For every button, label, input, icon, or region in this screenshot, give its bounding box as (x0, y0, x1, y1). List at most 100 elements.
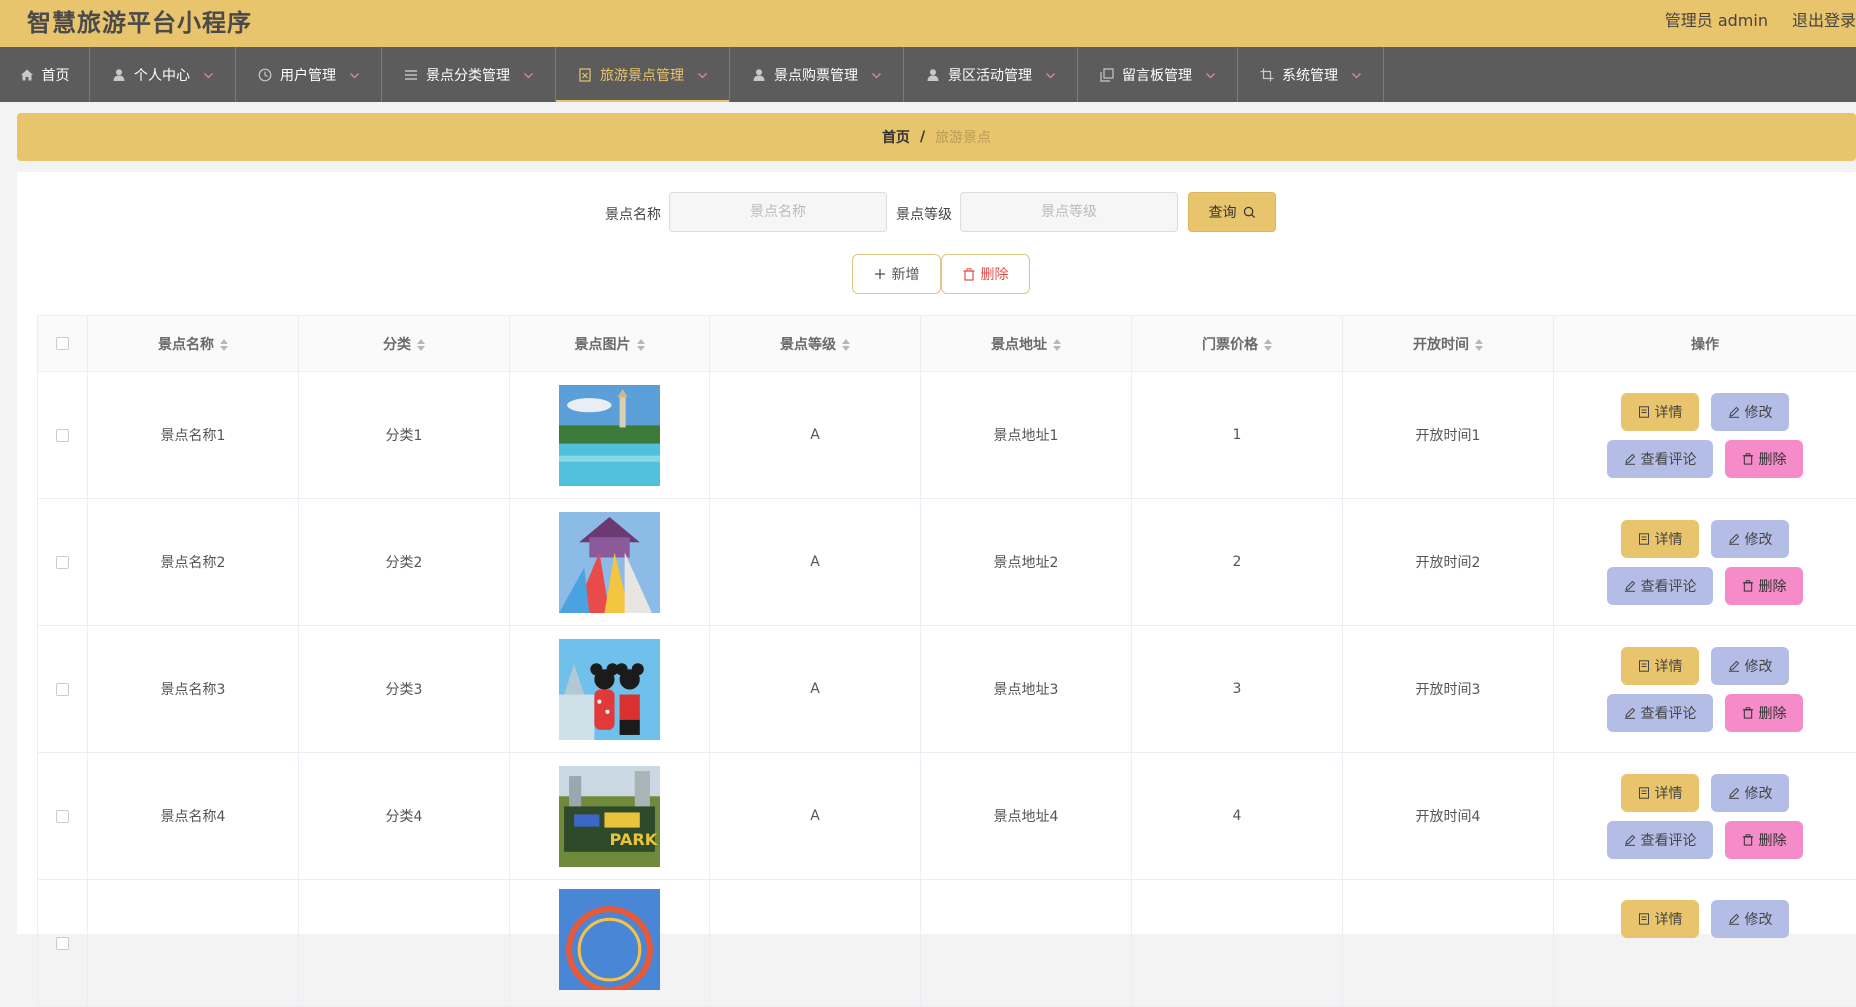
detail-button-label: 详情 (1655, 529, 1683, 549)
column-header[interactable]: 景点地址 (921, 316, 1132, 372)
edit-button-label: 修改 (1745, 656, 1773, 676)
pencil-icon (1728, 533, 1740, 545)
column-header-label: 门票价格 (1202, 337, 1258, 353)
sort-icon[interactable] (1264, 338, 1272, 352)
column-header[interactable]: 景点图片 (510, 316, 710, 372)
detail-button[interactable]: 详情 (1621, 520, 1699, 558)
cell-level: A (710, 626, 921, 753)
view-reviews-button[interactable]: 查看评论 (1607, 440, 1713, 478)
select-all-checkbox[interactable] (56, 337, 69, 350)
batch-delete-button[interactable]: 删除 (941, 254, 1030, 294)
view-reviews-button-label: 查看评论 (1641, 576, 1697, 596)
detail-button[interactable]: 详情 (1621, 900, 1699, 938)
search-form: 景点名称 景点等级 查询 (17, 192, 1856, 232)
document-icon (1638, 533, 1650, 545)
sort-icon[interactable] (637, 338, 645, 352)
add-button[interactable]: 新增 (852, 254, 941, 294)
level-search-input[interactable] (960, 192, 1178, 232)
view-reviews-button[interactable]: 查看评论 (1607, 694, 1713, 732)
row-checkbox[interactable] (56, 429, 69, 442)
detail-button[interactable]: 详情 (1621, 393, 1699, 431)
sort-icon[interactable] (220, 338, 228, 352)
copy-icon (1100, 68, 1114, 82)
table-row: 详情修改 (38, 880, 1856, 1007)
detail-button[interactable]: 详情 (1621, 774, 1699, 812)
chevron-down-icon (1206, 68, 1215, 82)
view-reviews-button[interactable]: 查看评论 (1607, 821, 1713, 859)
row-checkbox[interactable] (56, 683, 69, 696)
column-header: 操作 (1554, 316, 1856, 372)
delete-button[interactable]: 删除 (1725, 567, 1803, 605)
cell-price: 4 (1132, 753, 1343, 880)
nav-item-label: 景区活动管理 (948, 65, 1032, 85)
nav-item-label: 旅游景点管理 (600, 65, 684, 85)
nav-item-3[interactable]: 景点分类管理 (382, 47, 556, 102)
delete-button[interactable]: 删除 (1725, 821, 1803, 859)
delete-button-label: 删除 (1759, 830, 1787, 850)
column-header[interactable]: 景点等级 (710, 316, 921, 372)
sort-icon[interactable] (1475, 338, 1483, 352)
column-header[interactable]: 门票价格 (1132, 316, 1343, 372)
trash-icon (1742, 834, 1754, 846)
delete-button-label: 删除 (1759, 703, 1787, 723)
column-header[interactable]: 开放时间 (1343, 316, 1554, 372)
nav-item-2[interactable]: 用户管理 (236, 47, 382, 102)
sort-icon[interactable] (842, 338, 850, 352)
edit-button[interactable]: 修改 (1711, 647, 1789, 685)
cell-level: A (710, 753, 921, 880)
table-row: 景点名称3分类3A景点地址33开放时间3详情修改查看评论删除 (38, 626, 1856, 753)
pencil-icon (1624, 707, 1636, 719)
column-header[interactable]: 分类 (299, 316, 510, 372)
home-icon (20, 68, 34, 82)
nav-item-5[interactable]: 景点购票管理 (730, 47, 904, 102)
sort-icon[interactable] (417, 338, 425, 352)
edit-button-label: 修改 (1745, 402, 1773, 422)
view-reviews-button-label: 查看评论 (1641, 703, 1697, 723)
nav-item-8[interactable]: 系统管理 (1238, 47, 1384, 102)
table-header-row: 景点名称分类景点图片景点等级景点地址 门票价格 开放时间 操作 (38, 316, 1856, 372)
logout-link[interactable]: 退出登录 (1792, 7, 1856, 31)
edit-button[interactable]: 修改 (1711, 393, 1789, 431)
cell-level: A (710, 372, 921, 499)
column-header[interactable]: 景点名称 (88, 316, 299, 372)
table-row: 景点名称1分类1A景点地址11开放时间1详情修改查看评论删除 (38, 372, 1856, 499)
cell-open (1343, 880, 1554, 1007)
name-search-input[interactable] (669, 192, 887, 232)
column-header-label: 开放时间 (1413, 337, 1469, 353)
nav-item-4[interactable]: 旅游景点管理 (556, 47, 730, 102)
nav-item-7[interactable]: 留言板管理 (1078, 47, 1238, 102)
row-checkbox[interactable] (56, 810, 69, 823)
edit-button[interactable]: 修改 (1711, 520, 1789, 558)
view-reviews-button[interactable]: 查看评论 (1607, 567, 1713, 605)
breadcrumb-home[interactable]: 首页 (882, 127, 910, 147)
cell-open: 开放时间3 (1343, 626, 1554, 753)
query-button[interactable]: 查询 (1188, 192, 1276, 232)
nav-item-0[interactable]: 首页 (0, 47, 90, 102)
column-header-label: 操作 (1691, 337, 1719, 353)
document-icon (1638, 787, 1650, 799)
sort-icon[interactable] (1053, 338, 1061, 352)
delete-button[interactable]: 删除 (1725, 694, 1803, 732)
nav-item-6[interactable]: 景区活动管理 (904, 47, 1078, 102)
nav-item-label: 用户管理 (280, 65, 336, 85)
trash-icon (1742, 580, 1754, 592)
chevron-down-icon (350, 68, 359, 82)
chevron-down-icon (872, 68, 881, 82)
delete-button[interactable]: 删除 (1725, 440, 1803, 478)
cell-address: 景点地址2 (921, 499, 1132, 626)
clock-icon (258, 68, 272, 82)
chevron-down-icon (698, 68, 707, 82)
edit-button[interactable]: 修改 (1711, 774, 1789, 812)
admin-user-label: 管理员 admin (1665, 7, 1768, 31)
cell-category: 分类4 (299, 753, 510, 880)
row-checkbox[interactable] (56, 937, 69, 950)
cell-level (710, 880, 921, 1007)
search-icon (1243, 206, 1256, 219)
detail-button[interactable]: 详情 (1621, 647, 1699, 685)
edit-button[interactable]: 修改 (1711, 900, 1789, 938)
nav-item-1[interactable]: 个人中心 (90, 47, 236, 102)
cell-address: 景点地址3 (921, 626, 1132, 753)
content-panel: 景点名称 景点等级 查询 新增 删除 景点名称分类景点图片景点等级景点地址 门票价… (17, 172, 1856, 934)
row-checkbox[interactable] (56, 556, 69, 569)
cell-category: 分类1 (299, 372, 510, 499)
